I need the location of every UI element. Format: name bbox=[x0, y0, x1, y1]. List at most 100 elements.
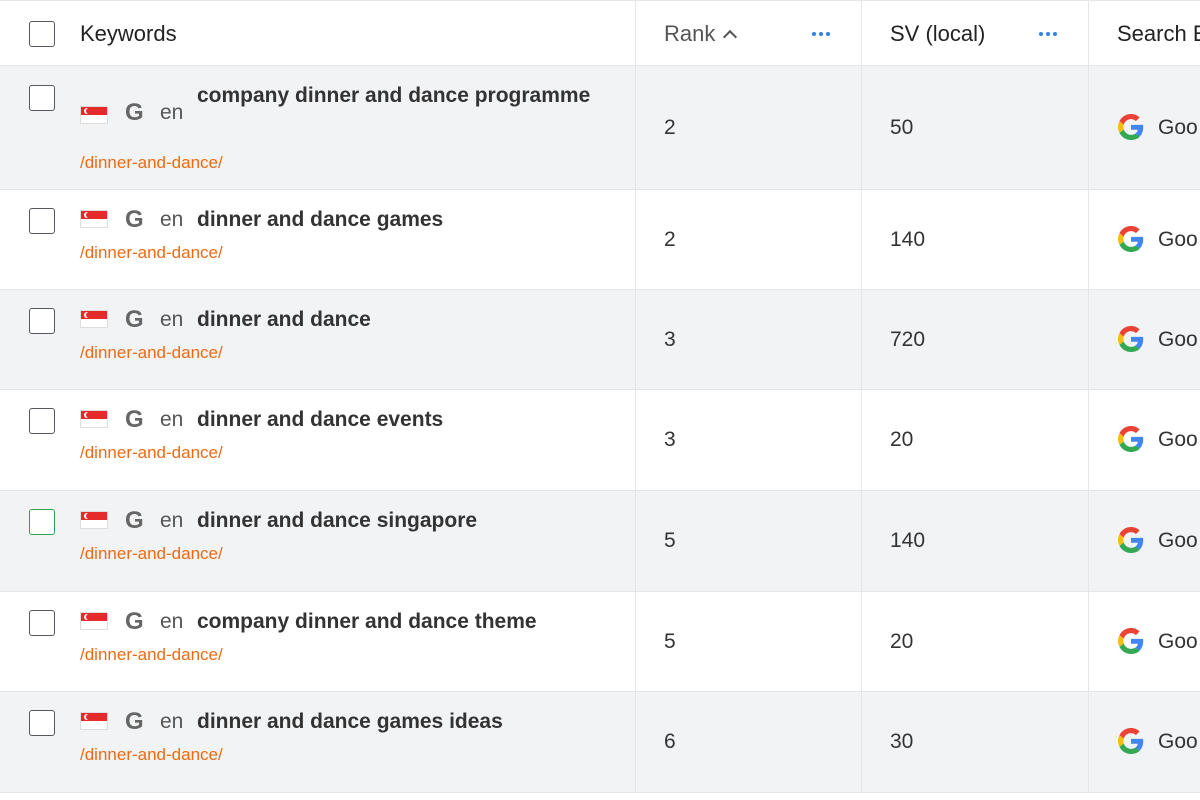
search-engine-cell: Goo bbox=[1089, 66, 1200, 189]
sv-cell: 140 bbox=[862, 491, 1089, 591]
sv-cell: 20 bbox=[862, 592, 1089, 691]
google-logo-icon bbox=[1118, 628, 1144, 654]
rank-header-sort[interactable]: Rank bbox=[664, 1, 738, 67]
keyword-url[interactable]: /dinner-and-dance/ bbox=[80, 153, 223, 173]
row-checkbox[interactable] bbox=[29, 610, 55, 636]
sv-header-label: SV (local) bbox=[890, 21, 986, 46]
rank-cell: 5 bbox=[636, 592, 862, 691]
google-g-icon: G bbox=[125, 306, 144, 333]
keyword-url[interactable]: /dinner-and-dance/ bbox=[80, 645, 223, 665]
sv-cell: 20 bbox=[862, 390, 1089, 490]
keyword-url[interactable]: /dinner-and-dance/ bbox=[80, 544, 223, 564]
google-logo-icon bbox=[1118, 114, 1144, 140]
sv-value: 140 bbox=[890, 529, 926, 552]
keywords-table: Keywords Rank SV (local) Search E G en c… bbox=[0, 0, 1200, 800]
keyword-url[interactable]: /dinner-and-dance/ bbox=[80, 343, 223, 363]
search-engine-cell: Goo bbox=[1089, 290, 1200, 389]
keyword-text[interactable]: dinner and dance games ideas bbox=[197, 705, 617, 739]
search-engine-name: Goo bbox=[1158, 630, 1198, 653]
language-code: en bbox=[160, 408, 184, 431]
language-code: en bbox=[160, 710, 184, 733]
rank-header-cell[interactable]: Rank bbox=[636, 1, 862, 65]
keyword-url[interactable]: /dinner-and-dance/ bbox=[80, 243, 223, 263]
sv-column-menu-icon[interactable] bbox=[1039, 32, 1057, 36]
sv-value: 20 bbox=[890, 630, 914, 653]
search-engine-header-cell[interactable]: Search E bbox=[1089, 1, 1200, 65]
google-logo-icon bbox=[1118, 326, 1144, 352]
sv-value: 50 bbox=[890, 116, 914, 139]
table-header: Keywords Rank SV (local) Search E bbox=[0, 0, 1200, 66]
keyword-text[interactable]: dinner and dance events bbox=[197, 403, 617, 437]
keywords-header-label: Keywords bbox=[80, 21, 177, 46]
rank-cell: 6 bbox=[636, 692, 862, 792]
keyword-cell: G en company dinner and dance programme … bbox=[0, 66, 636, 189]
row-checkbox[interactable] bbox=[29, 509, 55, 535]
rank-cell: 3 bbox=[636, 390, 862, 490]
keyword-text[interactable]: company dinner and dance programme bbox=[197, 79, 617, 113]
google-g-icon: G bbox=[125, 206, 144, 233]
search-engine-cell: Goo bbox=[1089, 390, 1200, 490]
sv-value: 30 bbox=[890, 730, 914, 753]
google-logo-icon bbox=[1118, 226, 1144, 252]
singapore-flag-icon bbox=[80, 210, 108, 228]
google-g-icon: G bbox=[125, 507, 144, 534]
keyword-cell: G en dinner and dance events /dinner-and… bbox=[0, 390, 636, 490]
sv-cell: 50 bbox=[862, 66, 1089, 189]
rank-cell: 5 bbox=[636, 491, 862, 591]
rank-value: 2 bbox=[664, 116, 676, 139]
table-row[interactable]: G en dinner and dance games ideas /dinne… bbox=[0, 692, 1200, 793]
rank-value: 3 bbox=[664, 428, 676, 451]
keyword-cell: G en dinner and dance /dinner-and-dance/ bbox=[0, 290, 636, 389]
row-checkbox[interactable] bbox=[29, 308, 55, 334]
row-checkbox[interactable] bbox=[29, 710, 55, 736]
google-g-icon: G bbox=[125, 608, 144, 635]
table-row[interactable]: G en dinner and dance /dinner-and-dance/… bbox=[0, 290, 1200, 390]
search-engine-cell: Goo bbox=[1089, 692, 1200, 792]
table-row[interactable]: G en company dinner and dance programme … bbox=[0, 66, 1200, 190]
keyword-cell: G en dinner and dance games /dinner-and-… bbox=[0, 190, 636, 289]
singapore-flag-icon bbox=[80, 712, 108, 730]
select-all-checkbox[interactable] bbox=[29, 21, 55, 47]
search-engine-cell: Goo bbox=[1089, 190, 1200, 289]
singapore-flag-icon bbox=[80, 612, 108, 630]
rank-cell: 2 bbox=[636, 66, 862, 189]
singapore-flag-icon bbox=[80, 310, 108, 328]
search-engine-name: Goo bbox=[1158, 328, 1198, 351]
keyword-text[interactable]: dinner and dance bbox=[197, 303, 617, 337]
sv-cell: 140 bbox=[862, 190, 1089, 289]
row-checkbox[interactable] bbox=[29, 408, 55, 434]
google-g-icon: G bbox=[125, 708, 144, 735]
chevron-up-icon bbox=[723, 29, 738, 45]
language-code: en bbox=[160, 101, 184, 124]
row-checkbox[interactable] bbox=[29, 208, 55, 234]
table-row[interactable]: G en company dinner and dance theme /din… bbox=[0, 592, 1200, 692]
search-engine-cell: Goo bbox=[1089, 491, 1200, 591]
search-engine-name: Goo bbox=[1158, 730, 1198, 753]
rank-value: 3 bbox=[664, 328, 676, 351]
search-engine-cell: Goo bbox=[1089, 592, 1200, 691]
keyword-cell: G en dinner and dance singapore /dinner-… bbox=[0, 491, 636, 591]
search-engine-header-label: Search E bbox=[1117, 21, 1200, 46]
google-g-icon: G bbox=[125, 99, 144, 126]
keyword-text[interactable]: company dinner and dance theme bbox=[197, 605, 617, 639]
keyword-cell: G en dinner and dance games ideas /dinne… bbox=[0, 692, 636, 792]
keyword-text[interactable]: dinner and dance singapore bbox=[197, 504, 617, 538]
google-logo-icon bbox=[1118, 426, 1144, 452]
singapore-flag-icon bbox=[80, 410, 108, 428]
keyword-url[interactable]: /dinner-and-dance/ bbox=[80, 443, 223, 463]
table-row[interactable]: G en dinner and dance singapore /dinner-… bbox=[0, 491, 1200, 592]
sv-cell: 30 bbox=[862, 692, 1089, 792]
google-logo-icon bbox=[1118, 527, 1144, 553]
row-checkbox[interactable] bbox=[29, 85, 55, 111]
rank-column-menu-icon[interactable] bbox=[812, 32, 830, 36]
table-row[interactable]: G en dinner and dance games /dinner-and-… bbox=[0, 190, 1200, 290]
google-g-icon: G bbox=[125, 406, 144, 433]
singapore-flag-icon bbox=[80, 511, 108, 529]
keyword-url[interactable]: /dinner-and-dance/ bbox=[80, 745, 223, 765]
rank-value: 6 bbox=[664, 730, 676, 753]
sv-header-cell[interactable]: SV (local) bbox=[862, 1, 1089, 65]
keyword-text[interactable]: dinner and dance games bbox=[197, 203, 617, 237]
language-code: en bbox=[160, 610, 184, 633]
keyword-cell: G en company dinner and dance theme /din… bbox=[0, 592, 636, 691]
table-row[interactable]: G en dinner and dance events /dinner-and… bbox=[0, 390, 1200, 491]
